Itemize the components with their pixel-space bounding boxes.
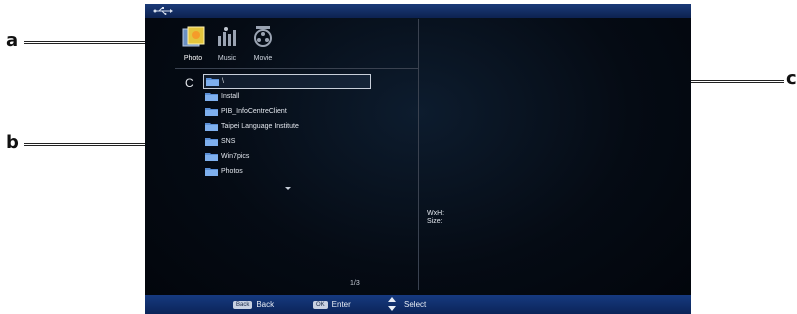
size-label: Size: xyxy=(427,218,443,225)
dimensions-label: WxH: xyxy=(427,210,445,217)
folder-icon xyxy=(205,108,218,116)
tabs-divider xyxy=(175,68,418,69)
tab-movie-label: Movie xyxy=(253,55,273,62)
folder-icon xyxy=(205,123,218,131)
list-item-label: SNS xyxy=(221,138,236,145)
list-item-label: Taipei Language Institute xyxy=(221,123,299,130)
photo-icon xyxy=(182,26,205,47)
up-down-arrows-icon xyxy=(388,297,396,311)
back-key-icon[interactable]: Back xyxy=(233,300,253,309)
tab-photo[interactable]: Photo xyxy=(175,24,211,64)
tab-music-label: Music xyxy=(217,55,237,62)
list-item[interactable]: Win7pics xyxy=(203,149,423,164)
tv-screen: Photo Music Movie C \ Install PIB_InfoCe… xyxy=(145,4,691,314)
callout-b-label: b xyxy=(6,132,19,153)
file-info: WxH: Size: xyxy=(427,210,444,226)
file-list: \ Install PIB_InfoCentreClient Taipei La… xyxy=(203,74,423,179)
usb-icon xyxy=(153,7,173,15)
folder-icon xyxy=(205,138,218,146)
list-item[interactable]: SNS xyxy=(203,134,423,149)
list-item-label: Photos xyxy=(221,168,243,175)
folder-icon xyxy=(206,78,219,86)
music-icon xyxy=(218,27,236,46)
list-item-label: Install xyxy=(221,93,240,100)
tab-photo-label: Photo xyxy=(183,55,203,62)
page-indicator: 1/3 xyxy=(350,280,360,287)
list-item[interactable]: Photos xyxy=(203,164,423,179)
bottom-bar: Back Back OK Enter Select xyxy=(145,295,691,314)
list-item[interactable]: Taipei Language Institute xyxy=(203,119,423,134)
back-hint-label: Back xyxy=(256,300,275,309)
folder-icon xyxy=(205,168,218,176)
list-item-label: PIB_InfoCentreClient xyxy=(221,108,287,115)
list-item-label: \ xyxy=(222,78,224,85)
list-item[interactable]: Install xyxy=(203,89,423,104)
select-hint: Select xyxy=(388,297,426,311)
list-item-label: Win7pics xyxy=(221,153,250,160)
callout-c-label: c xyxy=(786,68,797,89)
top-bar xyxy=(145,4,691,18)
ok-key-icon[interactable]: OK xyxy=(313,300,328,309)
tab-movie[interactable]: Movie xyxy=(245,24,281,64)
scroll-down-arrow-icon[interactable] xyxy=(285,187,291,190)
callout-a-label: a xyxy=(6,30,19,51)
list-item[interactable]: PIB_InfoCentreClient xyxy=(203,104,423,119)
drive-letter: C xyxy=(185,76,194,90)
enter-hint: OK Enter xyxy=(313,300,351,309)
back-hint: Back Back xyxy=(233,300,274,309)
enter-hint-label: Enter xyxy=(331,300,351,309)
select-hint-label: Select xyxy=(404,299,427,309)
movie-icon xyxy=(254,26,272,47)
folder-icon xyxy=(205,93,218,101)
tab-music[interactable]: Music xyxy=(209,24,245,64)
folder-icon xyxy=(205,153,218,161)
list-item-root[interactable]: \ xyxy=(203,74,371,89)
